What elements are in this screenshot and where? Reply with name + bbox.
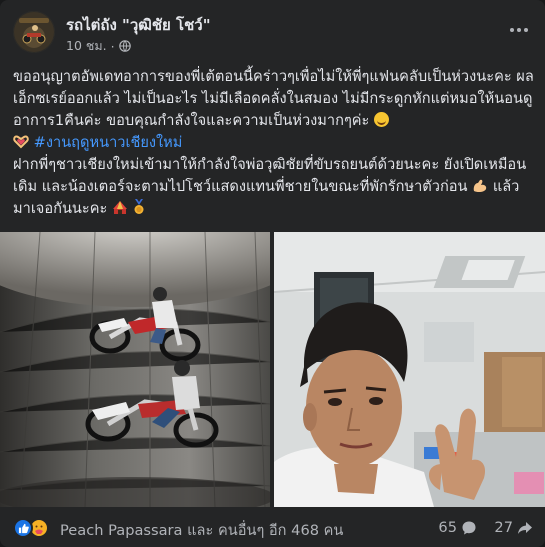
selfie-photo-image (274, 232, 545, 507)
reaction-icons[interactable] (13, 518, 57, 538)
post-paragraph-2: ฝากพี่ๆชาวเชียงใหม่เข้ามาให้กำลังใจพ่อวุ… (13, 154, 535, 220)
page-name[interactable]: รถไต่ถัง "วุฒิชัย โชว์" (66, 13, 211, 37)
post-footer: Peach Papassara และ คนอื่นๆ อีก 468 คน 6… (0, 507, 545, 547)
globe-icon[interactable] (118, 40, 131, 52)
post-header: รถไต่ถัง "วุฒิชัย โชว์" 10 ชม. · (0, 0, 545, 62)
share-icon (518, 521, 532, 534)
comments-count[interactable]: 65 (438, 519, 477, 536)
post-meta: 10 ชม. · (66, 36, 131, 56)
post-time[interactable]: 10 ชม. (66, 36, 107, 56)
paragraph-2-text: ฝากพี่ๆชาวเชียงใหม่เข้ามาให้กำลังใจพ่อวุ… (13, 156, 527, 195)
comments-number: 65 (438, 519, 457, 536)
post-card: รถไต่ถัง "วุฒิชัย โชว์" 10 ชม. · ขออนุญา… (0, 0, 545, 547)
more-options-icon (510, 28, 514, 32)
like-reaction-icon (13, 518, 33, 538)
post-photo-motorcycles[interactable] (0, 232, 270, 507)
flexed-biceps-emoji (473, 179, 487, 193)
post-paragraph-1: ขออนุญาตอัพเดทอาการของพี่เต้ตอนนี้คร่าวๆ… (13, 66, 535, 132)
post-photo-selfie[interactable] (274, 232, 545, 507)
smiling-face-hearts-emoji (374, 112, 390, 127)
paragraph-1-text: ขออนุญาตอัพเดทอาการของพี่เต้ตอนนี้คร่าวๆ… (13, 68, 534, 129)
post-text: ขออนุญาตอัพเดทอาการของพี่เต้ตอนนี้คร่าวๆ… (13, 66, 535, 220)
shares-number: 27 (494, 519, 513, 536)
reactors-summary[interactable]: Peach Papassara และ คนอื่นๆ อีก 468 คน (60, 519, 343, 542)
page-avatar[interactable] (13, 11, 55, 53)
more-options-button[interactable] (505, 18, 533, 42)
meta-separator: · (110, 38, 115, 54)
avatar-image (13, 11, 55, 53)
hashtag-line: #งานฤดูหนาวเชียงใหม่ (13, 132, 535, 154)
circus-tent-emoji (113, 201, 127, 214)
heart-hands-emoji (13, 135, 29, 149)
comment-icon (462, 521, 476, 534)
motorcycle-photo-image (0, 232, 270, 507)
medal-emoji (134, 199, 144, 214)
hashtag-link[interactable]: #งานฤดูหนาวเชียงใหม่ (34, 134, 183, 151)
shares-count[interactable]: 27 (494, 519, 533, 536)
